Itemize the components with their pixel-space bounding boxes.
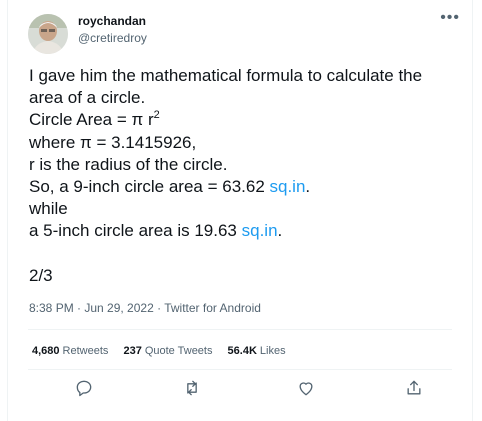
avatar[interactable] [28, 14, 68, 54]
likes-count: 56.4K [227, 345, 257, 357]
author-name[interactable]: roychandan [78, 14, 146, 28]
engagement-stats: 4,680 Retweets 237 Quote Tweets 56.4K Likes [32, 345, 298, 357]
line-end: . [305, 177, 311, 197]
quotes-stat[interactable]: 237 Quote Tweets [123, 345, 212, 357]
sq-in-link[interactable]: sq.in [242, 221, 278, 240]
tweet-line: while [29, 199, 68, 219]
action-bar [8, 378, 472, 402]
reply-icon[interactable] [74, 378, 94, 398]
tweet-card: roychandan @cretiredroy ••• I gave him t… [7, 0, 473, 421]
retweets-label: Retweets [62, 345, 109, 357]
line-text: So, a 9-inch circle area = 63.62 [29, 177, 270, 197]
line-end: . [277, 221, 283, 241]
sq-in-link[interactable]: sq.in [270, 177, 306, 196]
exponent: 2 [153, 109, 160, 122]
author-handle[interactable]: @cretiredroy [78, 31, 147, 45]
tweet-text: I gave him the mathematical formula to c… [29, 65, 479, 287]
retweets-stat[interactable]: 4,680 Retweets [32, 345, 108, 357]
tweet-timestamp[interactable]: 8:38 PM · Jun 29, 2022 · Twitter for And… [29, 301, 261, 315]
tweet-line: a 5-inch circle area is 19.63 sq.in. [29, 220, 479, 242]
share-icon[interactable] [404, 378, 424, 398]
likes-stat[interactable]: 56.4K Likes [228, 345, 286, 357]
tweet-line: where π = 3.1415926, [29, 132, 197, 152]
tweet-line: Circle Area = π r2 [29, 109, 479, 131]
formula-text: Circle Area = π r [29, 110, 154, 130]
likes-label: Likes [259, 345, 286, 357]
divider [28, 329, 452, 330]
thread-position: 2/3 [29, 265, 53, 285]
divider [28, 369, 452, 370]
line-text: a 5-inch circle area is 19.63 [29, 221, 242, 241]
tweet-line: I gave him the mathematical formula to c… [29, 66, 423, 85]
retweets-count: 4,680 [32, 345, 60, 357]
tweet-line: area of a circle. [29, 88, 146, 108]
quotes-count: 237 [123, 345, 142, 357]
tweet-line: r is the radius of the circle. [29, 154, 228, 174]
more-icon[interactable]: ••• [440, 10, 460, 26]
tweet-line: So, a 9-inch circle area = 63.62 sq.in. [29, 176, 479, 198]
quotes-label: Quote Tweets [144, 345, 213, 357]
heart-icon[interactable] [296, 378, 316, 398]
retweet-icon[interactable] [182, 378, 202, 398]
